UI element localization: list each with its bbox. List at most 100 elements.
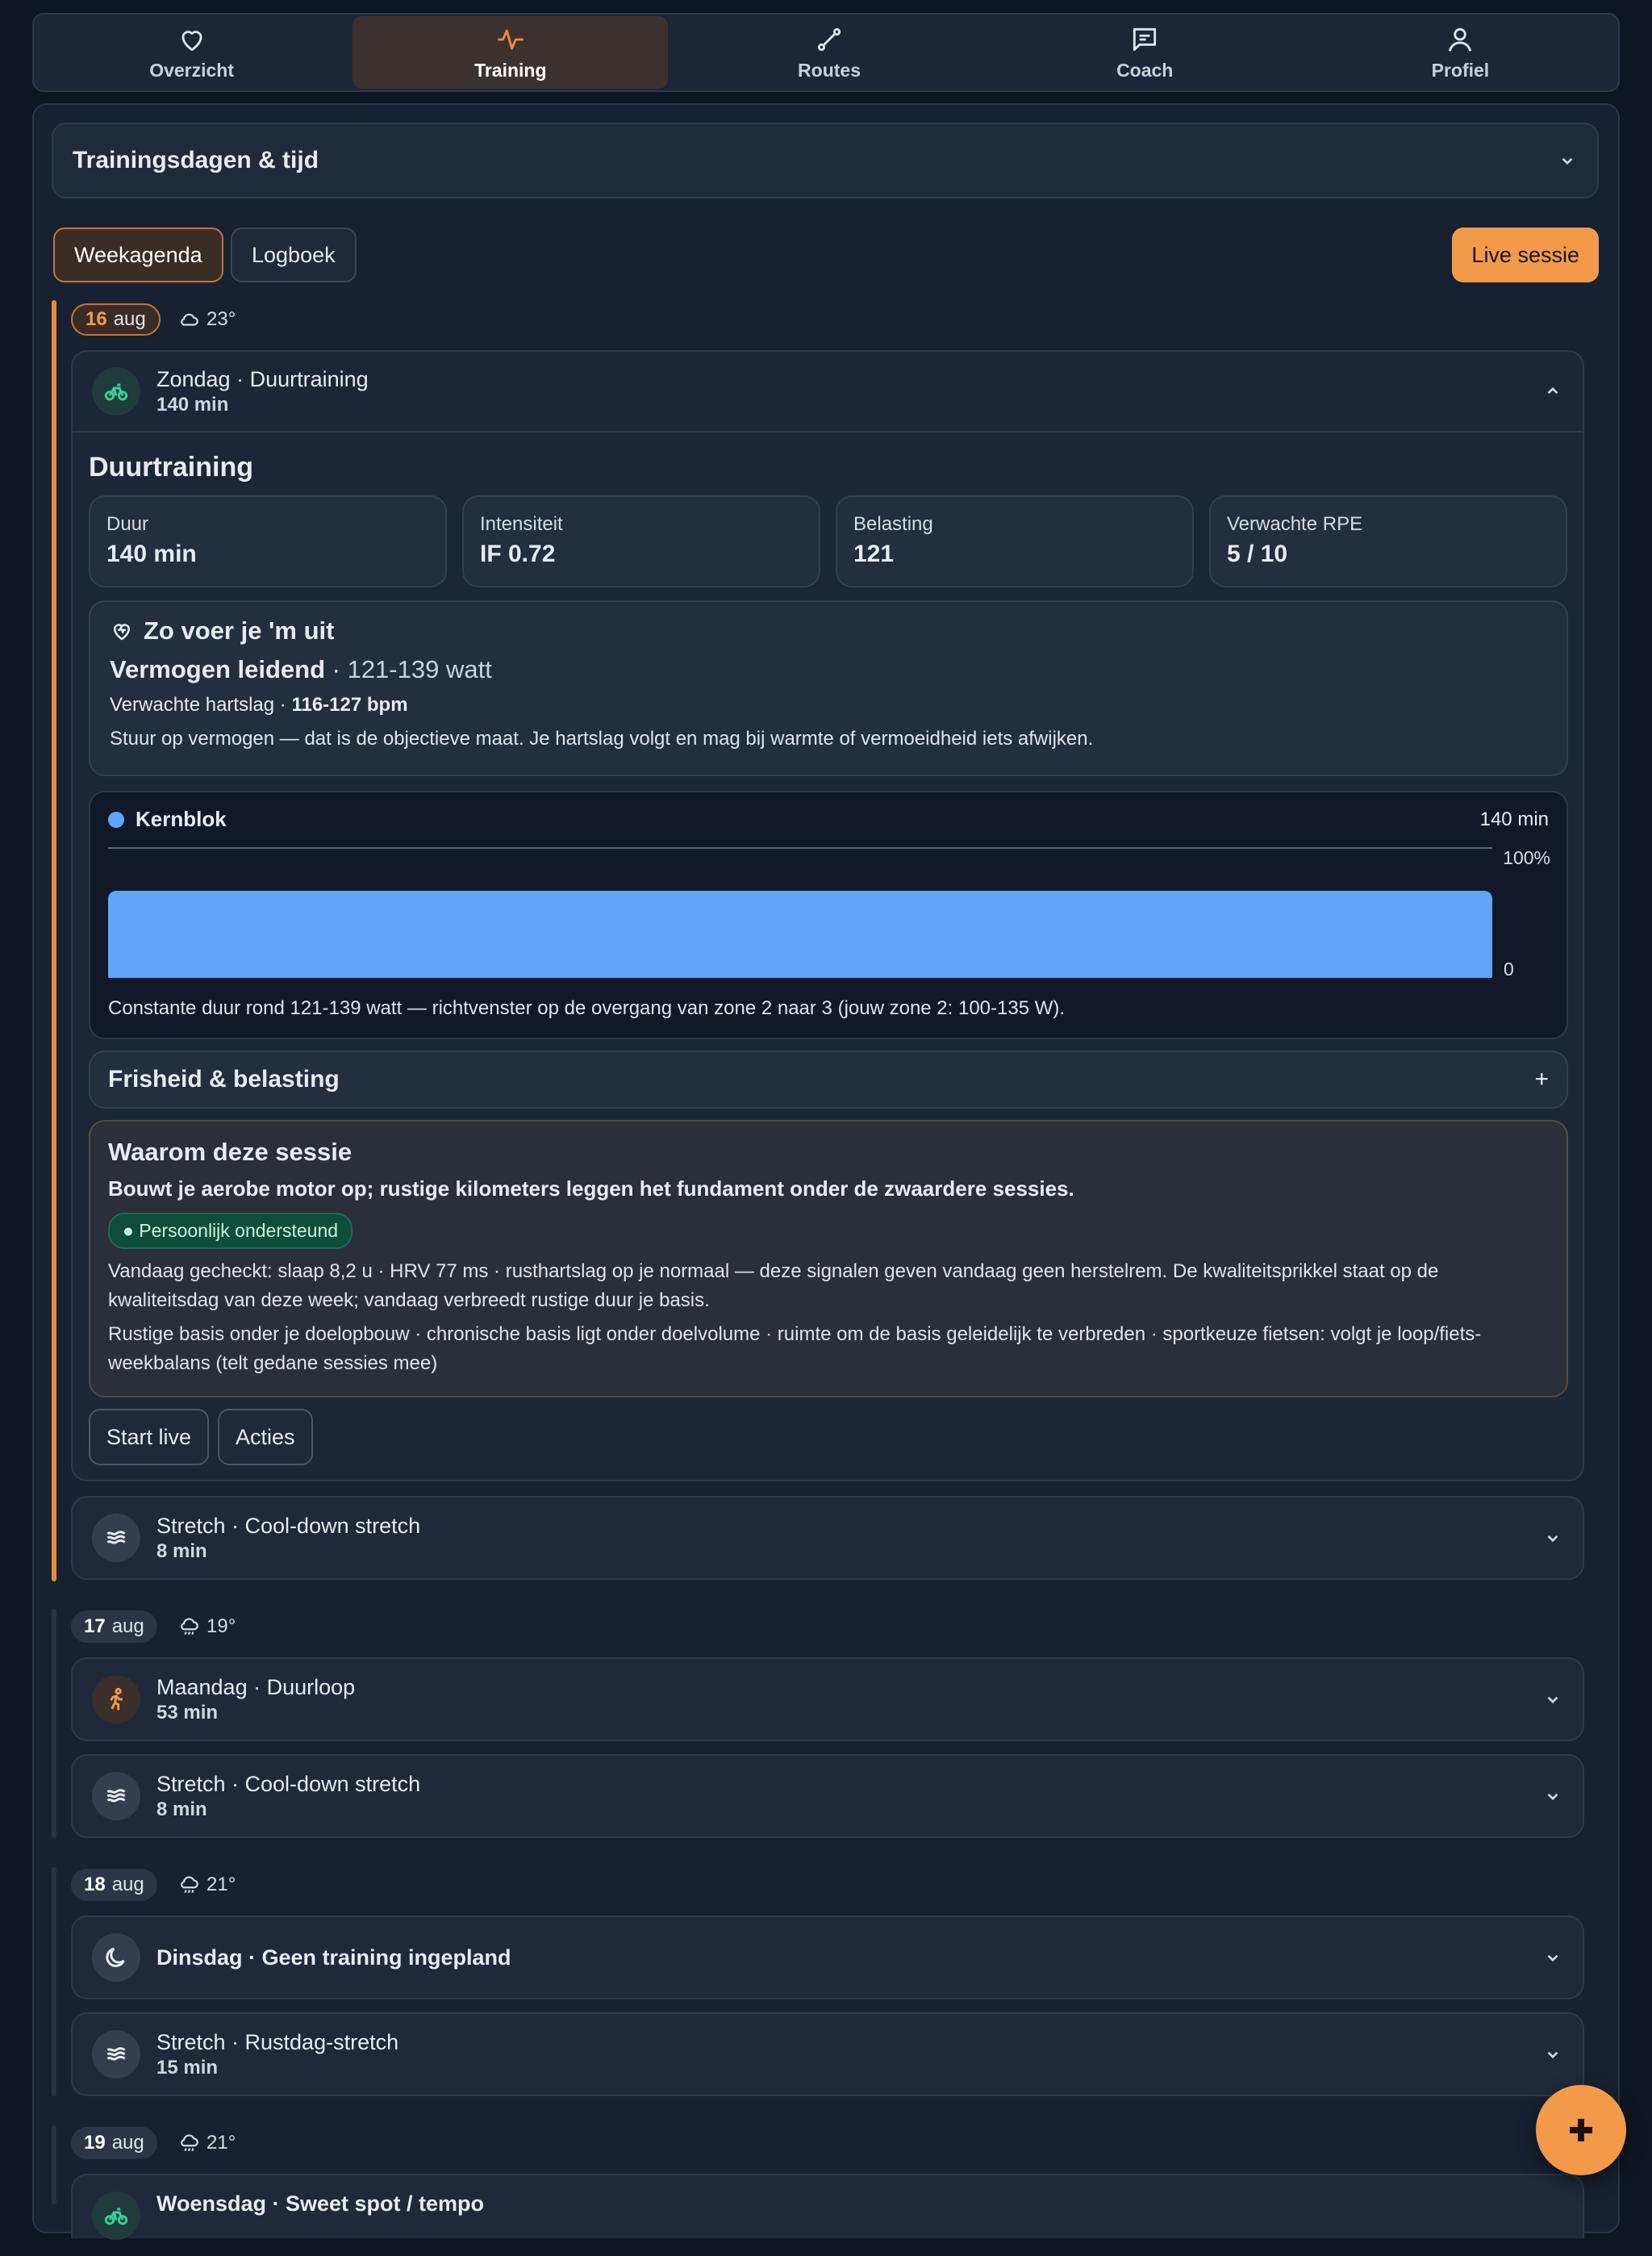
session-card[interactable]: Maandag · Duurloop 53 min — [71, 1657, 1584, 1741]
session-card-expanded: Zondag · Duurtraining 140 min Duurtraini… — [71, 350, 1584, 1481]
session-card[interactable]: Stretch · Rustdag-stretch 15 min — [71, 2012, 1584, 2096]
day-number: 17 — [84, 1615, 106, 1637]
tab-label: Routes — [798, 59, 861, 81]
section-title: Trainingsdagen & tijd — [73, 147, 319, 173]
session-icon — [92, 367, 140, 416]
session-icon — [92, 1933, 140, 1982]
why-card: Waarom deze sessie Bouwt je aerobe motor… — [89, 1120, 1568, 1397]
actions-button[interactable]: Acties — [218, 1409, 313, 1465]
chevron-down-icon — [1547, 1954, 1558, 1962]
block-description: Constante duur rond 121-139 watt — richt… — [108, 997, 1066, 1019]
execution-note: Stuur op vermogen — dat is de objectieve… — [110, 728, 1094, 750]
rain-icon — [181, 1618, 198, 1636]
tab-label: Training — [474, 59, 547, 81]
day-rail — [52, 1867, 56, 2096]
session-icon — [92, 2030, 140, 2078]
weather: 21° — [179, 1869, 236, 1901]
stat-value: 140 min — [106, 541, 197, 567]
session-duration: 8 min — [156, 1540, 207, 1562]
power-line: Vermogen leidend · 121-139 watt — [110, 655, 492, 683]
tab-label: Overzicht — [149, 59, 235, 81]
moon-icon — [106, 1947, 125, 1967]
session-duration: 8 min — [156, 1798, 207, 1820]
chevron-up-icon[interactable] — [1542, 381, 1563, 402]
temperature: 21° — [206, 2132, 236, 2154]
session-duration: 140 min — [156, 393, 229, 416]
temperature: 21° — [206, 1874, 236, 1895]
bike-icon — [104, 383, 128, 401]
why-paragraph: Rustige basis onder je doelopbouw · chro… — [108, 1323, 1482, 1374]
block-chart: Kernblok 140 min 100% 0 Constante duur r… — [89, 791, 1568, 1039]
start-live-button[interactable]: Start live — [89, 1409, 210, 1465]
chevron-down-icon — [1547, 2051, 1558, 2059]
tab-coach[interactable]: Coach — [987, 16, 1303, 89]
run-icon — [110, 1687, 123, 1711]
tab-routes[interactable]: Routes — [671, 16, 987, 89]
block-axis-max: 100% — [1503, 847, 1550, 868]
day-pill[interactable]: 16 aug — [71, 303, 161, 336]
plus-icon: + — [1534, 1066, 1549, 1092]
session-card[interactable]: Stretch · Cool-down stretch 8 min — [71, 1496, 1584, 1580]
day-pill[interactable]: 17 aug — [71, 1611, 157, 1643]
session-title: Maandag · Duurloop — [156, 1674, 356, 1699]
hr-range: 116-127 bpm — [291, 694, 408, 716]
block-axis-line — [108, 847, 1492, 849]
stat-card: Duur 140 min — [89, 495, 447, 587]
session-card[interactable]: Woensdag · Sweet spot / tempo — [71, 2174, 1584, 2240]
stat-label: Verwachte RPE — [1227, 513, 1363, 535]
freshness-title: Frisheid & belasting — [108, 1066, 340, 1092]
day-month: aug — [111, 1874, 144, 1895]
stretch-icon — [106, 2047, 126, 2061]
weather: 21° — [179, 2127, 236, 2159]
stretch-icon — [106, 1789, 126, 1803]
stat-card: Belasting 121 — [836, 495, 1194, 587]
chevron-down-icon — [1547, 1696, 1558, 1704]
day-month: aug — [111, 1615, 144, 1637]
why-paragraph: Vandaag gecheckt: slaap 8,2 u · HRV 77 m… — [108, 1260, 1439, 1311]
session-title: Stretch · Cool-down stretch — [156, 1513, 421, 1538]
bike-icon — [104, 2208, 128, 2225]
day-number: 19 — [84, 2132, 106, 2154]
session-duration: 15 min — [156, 2056, 219, 2078]
power-range: 121-139 watt — [347, 655, 492, 683]
weekagenda-button[interactable]: Weekagenda — [53, 228, 223, 282]
tab-training[interactable]: Training — [353, 16, 669, 89]
session-card[interactable]: Dinsdag · Geen training ingepland — [71, 1916, 1584, 1999]
training-days-dropdown[interactable]: Trainingsdagen & tijd — [52, 123, 1599, 198]
session-icon — [92, 1772, 140, 1820]
session-header[interactable]: Zondag · Duurtraining 140 min — [73, 352, 1583, 432]
cloud-icon — [181, 313, 198, 326]
day-number: 18 — [84, 1874, 106, 1895]
day-pill[interactable]: 19 aug — [71, 2127, 157, 2159]
stretch-icon — [106, 1531, 126, 1544]
session-duration: 53 min — [156, 1701, 219, 1723]
day-number: 16 — [86, 308, 107, 330]
freshness-accordion[interactable]: Frisheid & belasting + — [89, 1051, 1568, 1109]
activity-icon — [497, 28, 524, 50]
live-session-button[interactable]: Live sessie — [1452, 228, 1599, 282]
block-duration: 140 min — [1479, 808, 1549, 830]
session-card[interactable]: Stretch · Cool-down stretch 8 min — [71, 1754, 1584, 1838]
rain-icon — [181, 2134, 198, 2152]
plus-icon — [1570, 2119, 1592, 2141]
stat-label: Belasting — [853, 513, 933, 535]
session-title: Zondag · Duurtraining — [156, 366, 369, 391]
day-pill[interactable]: 18 aug — [71, 1869, 157, 1901]
block-name: Kernblok — [136, 807, 227, 831]
chevron-down-icon — [1547, 1535, 1558, 1543]
tab-profiel[interactable]: Profiel — [1303, 16, 1618, 89]
hr-label: Verwachte hartslag — [110, 694, 275, 716]
session-title: Dinsdag · Geen training ingepland — [156, 1945, 511, 1970]
block-bar — [108, 891, 1492, 978]
block-dot — [108, 811, 124, 828]
personal-badge: ● Persoonlijk ondersteund — [108, 1213, 353, 1249]
route-icon — [817, 27, 841, 51]
stat-label: Duur — [106, 513, 149, 535]
logboek-button[interactable]: Logboek — [231, 228, 357, 282]
tab-overzicht[interactable]: Overzicht — [34, 16, 349, 89]
rain-icon — [181, 1876, 198, 1894]
block-axis-min: 0 — [1504, 959, 1514, 980]
add-fab-button[interactable] — [1536, 2085, 1626, 2175]
temperature: 23° — [206, 308, 236, 330]
chat-icon — [1133, 27, 1157, 51]
